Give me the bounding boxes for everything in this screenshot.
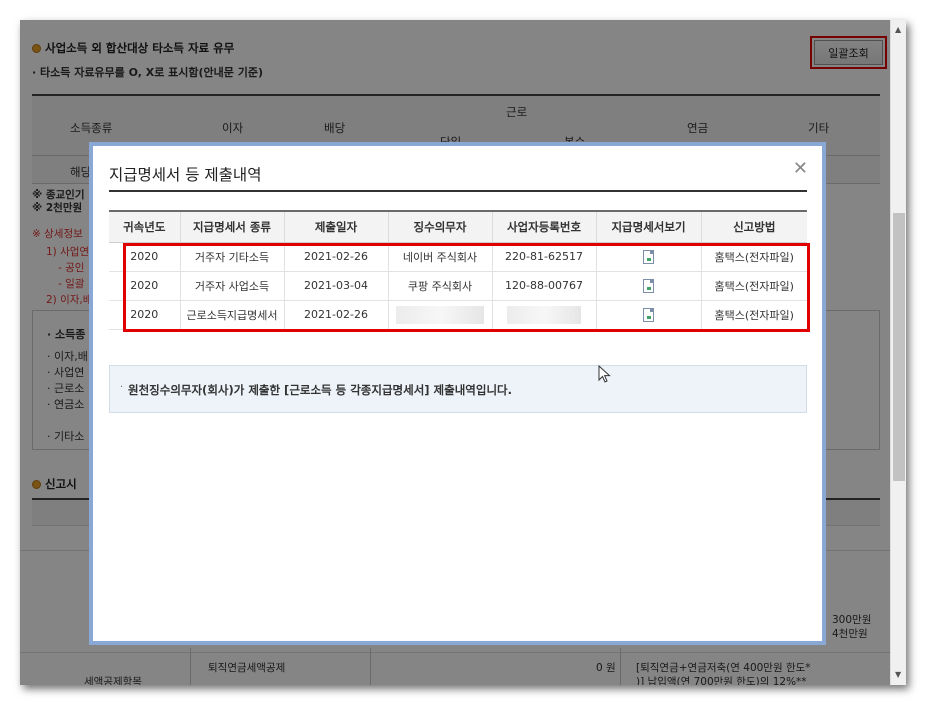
cell-payer: 쿠팡 주식회사	[388, 271, 493, 301]
submission-table: 귀속년도 지급명세서 종류 제출일자 징수의무자 사업자등록번호 지급명세서보기…	[109, 210, 807, 330]
table-row: 2020 거주자 기타소득 2021-02-26 네이버 주식회사 220-81…	[109, 242, 807, 272]
cell-year: 2020	[109, 242, 181, 272]
redacted-block	[507, 305, 581, 324]
info-notice: · 원천징수의무자(회사)가 제출한 [근로소득 등 각종지급명세서] 제출내역…	[109, 365, 807, 413]
cell-year: 2020	[109, 300, 181, 330]
close-icon[interactable]: ✕	[793, 158, 808, 179]
mouse-cursor-icon	[598, 365, 611, 383]
column-header: 지급명세서 종류	[180, 210, 285, 243]
scroll-up-icon[interactable]: ▲	[895, 25, 901, 34]
cell-date: 2021-02-26	[284, 300, 389, 330]
submission-history-modal: 지급명세서 등 제출내역 ✕ 귀속년도 지급명세서 종류 제출일자 징수의무자 …	[89, 142, 826, 645]
cell-type: 근로소득지급명세서	[180, 300, 285, 330]
info-text: 원천징수의무자(회사)가 제출한 [근로소득 등 각종지급명세서] 제출내역입니…	[128, 383, 512, 397]
table-row: 2020 거주자 사업소득 2021-03-04 쿠팡 주식회사 120-88-…	[109, 271, 807, 301]
redacted-block	[396, 305, 484, 324]
browser-viewport: 사업소득 외 합산대상 타소득 자료 유무 · 타소득 자료유무를 O, X로 …	[20, 20, 906, 685]
scroll-down-icon[interactable]: ▼	[895, 670, 901, 679]
cell-biz-no: 220-81-62517	[492, 242, 597, 272]
cell-method: 홈택스(전자파일)	[701, 300, 807, 330]
cell-method: 홈택스(전자파일)	[701, 271, 807, 301]
column-header: 신고방법	[701, 210, 807, 243]
column-header: 징수의무자	[388, 210, 493, 243]
cell-date: 2021-03-04	[284, 271, 389, 301]
cell-type: 거주자 기타소득	[180, 242, 285, 272]
cell-biz-no-redacted	[492, 300, 597, 330]
cell-payer-redacted	[388, 300, 493, 330]
column-header: 사업자등록번호	[492, 210, 597, 243]
column-header: 귀속년도	[109, 210, 181, 243]
scroll-thumb[interactable]	[893, 213, 905, 481]
cell-biz-no: 120-88-00767	[492, 271, 597, 301]
cell-method: 홈택스(전자파일)	[701, 242, 807, 272]
cell-view[interactable]	[596, 300, 702, 330]
cell-type: 거주자 사업소득	[180, 271, 285, 301]
cell-year: 2020	[109, 271, 181, 301]
document-icon[interactable]	[643, 278, 654, 293]
cell-date: 2021-02-26	[284, 242, 389, 272]
document-icon[interactable]	[643, 249, 654, 264]
page-scrollbar[interactable]: ▲ ▼	[890, 20, 906, 685]
document-icon[interactable]	[643, 307, 654, 322]
column-header: 제출일자	[284, 210, 389, 243]
table-header-row: 귀속년도 지급명세서 종류 제출일자 징수의무자 사업자등록번호 지급명세서보기…	[109, 210, 807, 243]
title-divider	[109, 190, 807, 192]
modal-title: 지급명세서 등 제출내역	[109, 166, 262, 184]
cell-view[interactable]	[596, 271, 702, 301]
bullet-icon: ·	[120, 382, 124, 393]
column-header: 지급명세서보기	[596, 210, 702, 243]
cell-view[interactable]	[596, 242, 702, 272]
table-row: 2020 근로소득지급명세서 2021-02-26 홈택스(전자파일)	[109, 300, 807, 330]
cell-payer: 네이버 주식회사	[388, 242, 493, 272]
